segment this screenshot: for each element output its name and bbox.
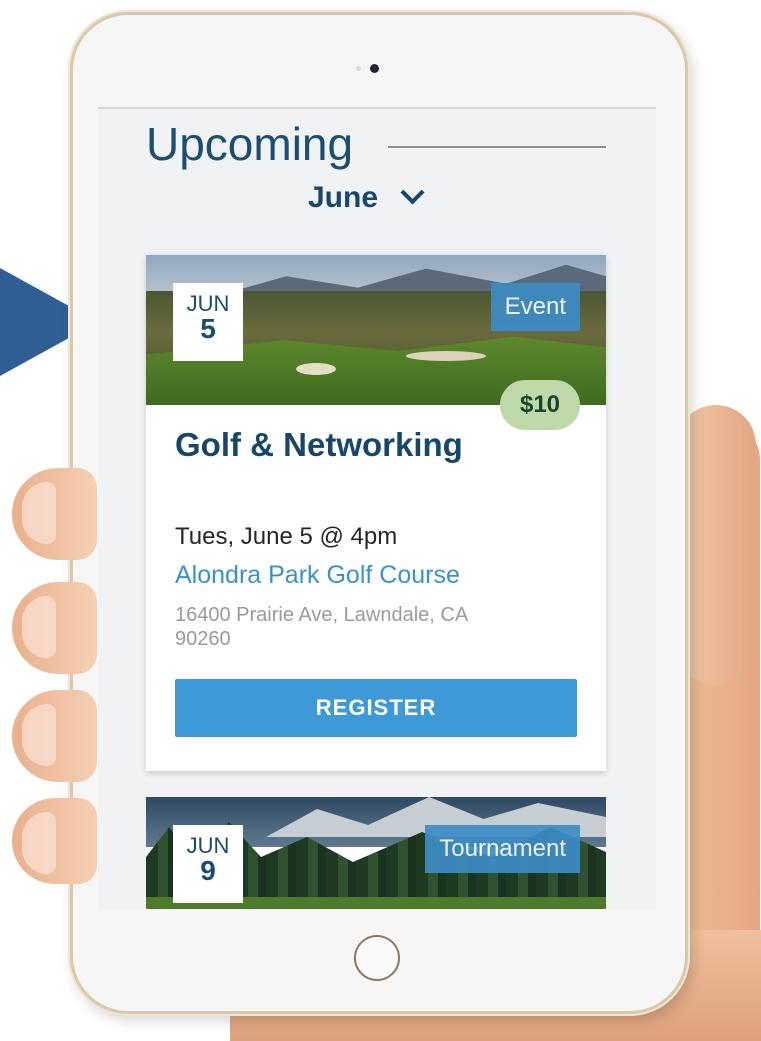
hand-thumb (676, 405, 756, 685)
date-day: 5 (200, 313, 216, 344)
date-month: JUN (186, 291, 230, 316)
app-screen: Upcoming June JUN 5 Event $10 Golf & Net… (98, 107, 656, 909)
hand-finger (12, 582, 97, 674)
register-button[interactable]: REGISTER (175, 679, 577, 737)
sensor-dot (356, 66, 361, 71)
event-type-tag: Event (490, 283, 580, 331)
event-type-tag: Tournament (425, 825, 580, 873)
hand-finger (12, 468, 97, 560)
title-divider (388, 146, 606, 148)
chevron-down-icon (400, 179, 425, 205)
date-day: 9 (200, 855, 216, 886)
month-selector[interactable]: June (308, 179, 425, 215)
date-badge: JUN 9 (173, 825, 243, 903)
date-month: JUN (186, 833, 230, 858)
event-card[interactable]: JUN 9 Tournament (146, 797, 606, 909)
camera-dot (370, 64, 379, 73)
page-title: Upcoming (146, 118, 354, 170)
event-title[interactable]: Golf & Networking (175, 425, 475, 464)
event-address: 16400 Prairie Ave, Lawndale, CA 90260 (175, 604, 468, 650)
price-badge: $10 (500, 380, 580, 430)
date-badge: JUN 5 (173, 283, 243, 361)
event-datetime: Tues, June 5 @ 4pm (175, 523, 398, 550)
event-venue-link[interactable]: Alondra Park Golf Course (175, 561, 460, 590)
home-button[interactable] (354, 935, 400, 981)
hand-finger (12, 798, 97, 884)
event-card[interactable]: JUN 5 Event $10 Golf & Networking Tues, … (146, 255, 606, 771)
tablet-device: Upcoming June JUN 5 Event $10 Golf & Net… (70, 12, 688, 1014)
month-label: June (308, 181, 379, 214)
hand-finger (12, 690, 97, 782)
